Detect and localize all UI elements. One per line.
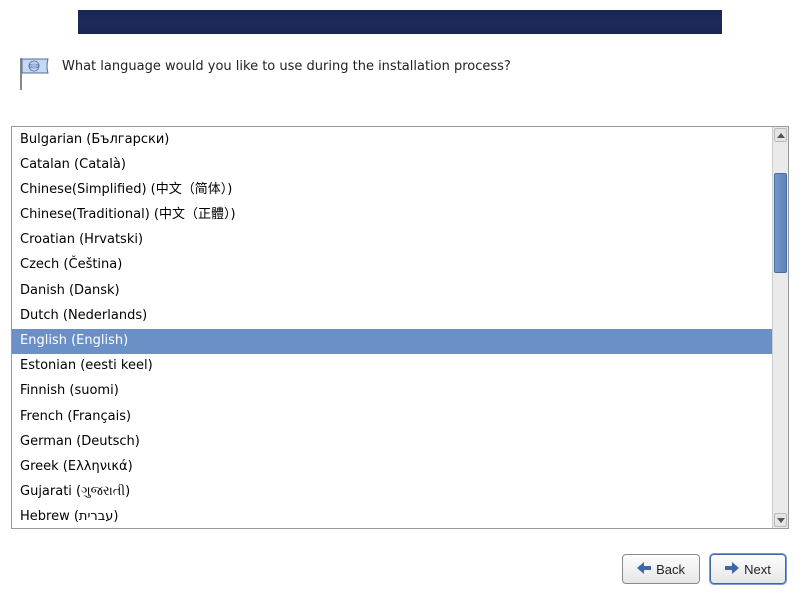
header: What language would you like to use duri… [18,56,782,92]
back-button-label: Back [656,562,685,577]
language-item[interactable]: Croatian (Hrvatski) [12,228,772,253]
language-item[interactable]: Bulgarian (Български) [12,127,772,152]
language-item[interactable]: Finnish (suomi) [12,379,772,404]
language-item[interactable]: Hebrew (עברית) [12,505,772,528]
scroll-down-button[interactable] [774,513,787,527]
language-flag-icon [18,56,50,92]
prompt-text: What language would you like to use duri… [62,56,511,76]
language-item[interactable]: Gujarati (ગુજરાતી) [12,480,772,505]
back-button[interactable]: Back [622,554,700,584]
language-item[interactable]: Danish (Dansk) [12,278,772,303]
scroll-thumb[interactable] [774,173,787,273]
language-list-container: Bulgarian (Български)Catalan (Català)Chi… [11,126,789,529]
arrow-left-icon [637,562,651,577]
language-item[interactable]: Chinese(Simplified) (中文（简体）) [12,177,772,202]
language-item[interactable]: Chinese(Traditional) (中文（正體）) [12,203,772,228]
language-item[interactable]: English (English) [12,329,772,354]
language-item[interactable]: Catalan (Català) [12,152,772,177]
arrow-right-icon [725,562,739,577]
language-item[interactable]: Dutch (Nederlands) [12,303,772,328]
button-bar: Back Next [622,554,786,584]
scrollbar[interactable] [772,127,788,528]
language-item[interactable]: French (Français) [12,404,772,429]
next-button-label: Next [744,562,771,577]
next-button[interactable]: Next [710,554,786,584]
language-list[interactable]: Bulgarian (Български)Catalan (Català)Chi… [12,127,772,528]
scroll-up-button[interactable] [774,128,787,142]
top-banner [78,10,722,34]
language-item[interactable]: Greek (Ελληνικά) [12,454,772,479]
language-item[interactable]: Czech (Čeština) [12,253,772,278]
language-item[interactable]: German (Deutsch) [12,429,772,454]
language-item[interactable]: Estonian (eesti keel) [12,354,772,379]
